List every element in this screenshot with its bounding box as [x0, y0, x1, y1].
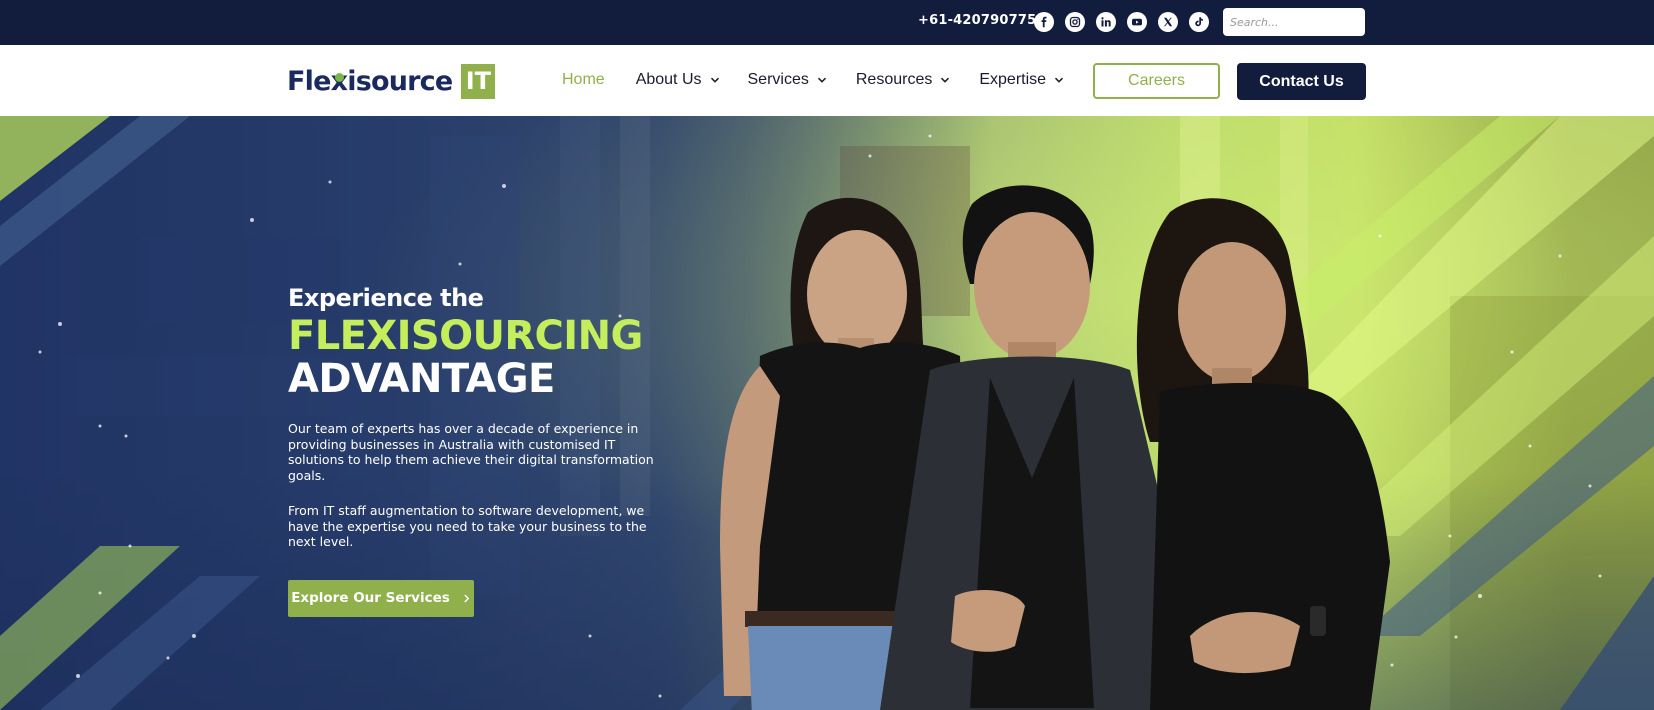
nav-resources[interactable]: Resources — [856, 71, 950, 89]
team-photo — [720, 185, 1390, 710]
nav-about-us[interactable]: About Us — [636, 71, 720, 89]
nav-expertise-label: Expertise — [979, 71, 1047, 88]
instagram-icon[interactable] — [1065, 12, 1085, 32]
search-input[interactable] — [1223, 8, 1365, 36]
hero-paragraph-1: Our team of experts has over a decade of… — [288, 421, 654, 483]
tiktok-icon[interactable] — [1189, 12, 1209, 32]
chevron-down-icon — [710, 77, 719, 83]
phone-number[interactable]: +61-420790775 — [918, 13, 1036, 28]
nav-services-label: Services — [747, 71, 809, 88]
youtube-icon[interactable] — [1127, 12, 1147, 32]
logo-dot-icon — [334, 72, 344, 82]
hero-section: Experience the FLEXISOURCING ADVANTAGE O… — [0, 116, 1654, 710]
chevron-right-icon — [464, 594, 470, 602]
social-links — [1034, 12, 1209, 32]
logo-it-badge: IT — [461, 63, 496, 99]
nav-services[interactable]: Services — [748, 71, 827, 89]
top-bar: +61-420790775 — [0, 0, 1654, 45]
hero-eyebrow: Experience the — [288, 284, 484, 312]
x-twitter-icon[interactable] — [1158, 12, 1178, 32]
chevron-down-icon — [817, 77, 826, 83]
explore-services-label: Explore Our Services — [291, 590, 450, 606]
team-member-right — [1136, 198, 1390, 710]
chevron-down-icon — [1055, 77, 1064, 83]
chevron-down-icon — [941, 77, 950, 83]
flexisource-logo[interactable]: Flexisource IT — [287, 63, 496, 99]
careers-button[interactable]: Careers — [1093, 63, 1220, 99]
nav-resources-label: Resources — [855, 71, 933, 88]
contact-us-button[interactable]: Contact Us — [1237, 63, 1366, 100]
nav-about-label: About Us — [635, 71, 702, 88]
hero-headline: ADVANTAGE — [288, 356, 555, 402]
hero-paragraph-2: From IT staff augmentation to software d… — [288, 503, 647, 549]
hero-headline-accent: FLEXISOURCING — [288, 313, 643, 359]
explore-services-button[interactable]: Explore Our Services — [288, 579, 474, 617]
nav-expertise[interactable]: Expertise — [979, 71, 1064, 89]
nav-home-label: Home — [562, 71, 605, 88]
linkedin-icon[interactable] — [1096, 12, 1116, 32]
facebook-icon[interactable] — [1034, 12, 1054, 32]
logo-wordmark: Flexisource — [287, 65, 453, 97]
primary-nav: Home About Us Services Resources Experti… — [562, 71, 1064, 89]
hero-text-block: Experience the FLEXISOURCING ADVANTAGE O… — [288, 284, 688, 617]
nav-home[interactable]: Home — [562, 71, 605, 89]
main-navbar: Flexisource IT Home About Us Services Re… — [0, 45, 1654, 116]
